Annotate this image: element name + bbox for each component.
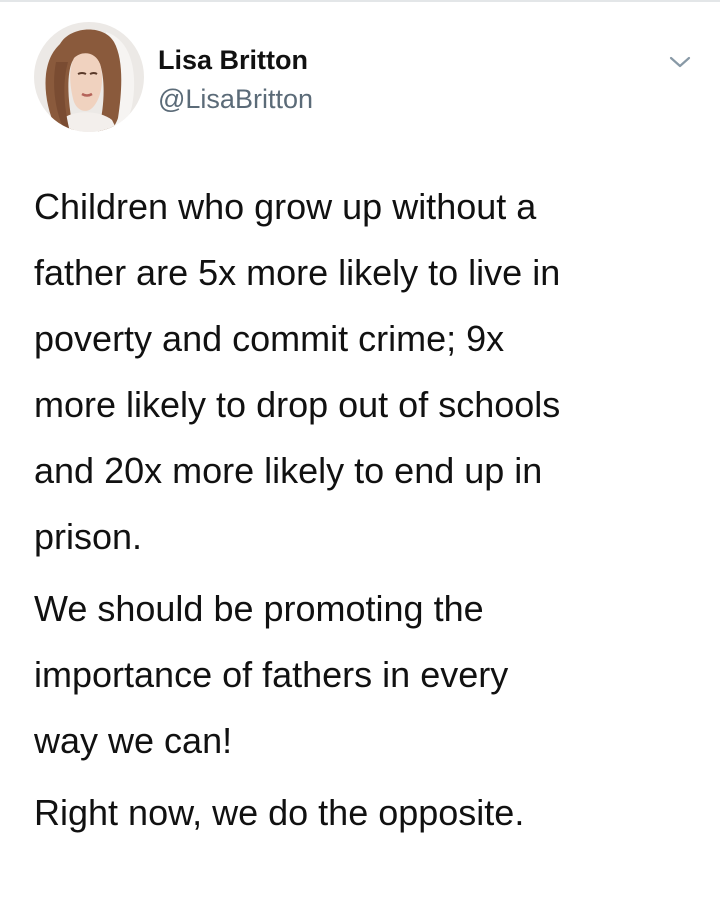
top-divider	[0, 0, 720, 2]
text-line: importance of fathers in every	[34, 654, 509, 695]
text-line: prison.	[34, 516, 143, 557]
text-line: and 20x more likely to end up in	[34, 450, 543, 491]
user-handle[interactable]: @LisaBritton	[158, 82, 313, 116]
text-line: more likely to drop out of schools	[34, 384, 561, 425]
text-line: father are 5x more likely to live in	[34, 252, 561, 293]
tweet-text: Children who grow up without a father ar…	[34, 174, 694, 846]
chevron-down-icon[interactable]	[668, 50, 692, 74]
text-line: Children who grow up without a	[34, 186, 537, 227]
tweet-header: Lisa Britton @LisaBritton	[34, 22, 694, 134]
text-line: way we can!	[34, 720, 233, 761]
tweet-paragraph: We should be promoting the importance of…	[34, 576, 694, 774]
avatar-photo-icon	[34, 22, 144, 132]
text-line: Right now, we do the opposite.	[34, 792, 525, 833]
text-line: poverty and commit crime; 9x	[34, 318, 505, 359]
display-name[interactable]: Lisa Britton	[158, 44, 313, 76]
text-line: We should be promoting the	[34, 588, 484, 629]
author-block: Lisa Britton @LisaBritton	[158, 44, 313, 116]
avatar[interactable]	[34, 22, 144, 132]
tweet-paragraph: Right now, we do the opposite.	[34, 780, 694, 846]
tweet-paragraph: Children who grow up without a father ar…	[34, 174, 694, 570]
